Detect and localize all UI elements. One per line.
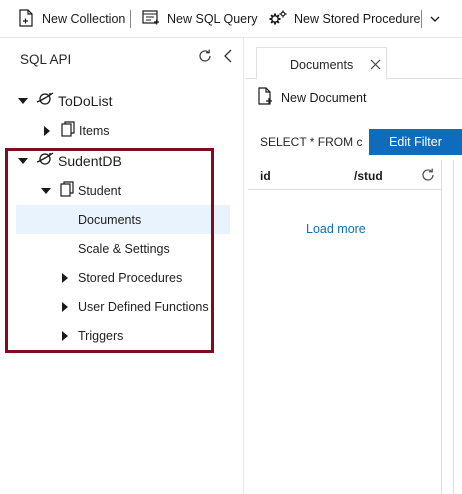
documents-command-bar: New Document [245,79,462,115]
new-stored-procedure-label: New Stored Procedure [294,12,421,26]
new-collection-label: New Collection [42,12,126,26]
grid-header: id /stud [248,160,442,190]
tree-item-label: Scale & Settings [78,241,170,256]
filter-bar: SELECT * FROM c Edit Filter [245,127,462,156]
new-document-icon [257,87,273,108]
expand-caret-icon[interactable] [18,157,28,164]
resource-tree-header: SQL API [0,38,244,82]
new-collection-icon [18,8,34,30]
refresh-icon[interactable] [197,48,213,64]
database-icon [36,151,54,170]
command-toolbar: New Collection New SQL Query New Stored … [0,0,462,38]
tree-database-label: ToDoList [58,92,113,109]
new-sql-query-label: New SQL Query [167,12,258,26]
tree-collection-label: Student [78,183,122,198]
tree-item-label: Documents [78,212,142,227]
expand-caret-icon[interactable] [62,301,68,312]
collection-icon [60,181,74,200]
load-more-link[interactable]: Load more [306,222,366,236]
expand-caret-icon[interactable] [62,330,68,341]
tree-database-sudentdb[interactable]: SudentDB [0,146,232,175]
pane-divider [453,160,454,494]
filter-query-text: SELECT * FROM c [260,135,363,149]
chevron-down-icon[interactable] [428,12,442,26]
new-stored-procedure-button[interactable]: New Stored Procedure [268,8,420,30]
column-header-id[interactable]: id [260,169,271,183]
database-icon [36,91,54,110]
column-header-partition-key[interactable]: /stud [354,169,383,183]
tab-documents[interactable]: Documents [256,47,387,80]
api-title: SQL API [20,52,72,67]
tree-item-scale-settings[interactable]: Scale & Settings [0,234,232,263]
expand-caret-icon[interactable] [62,272,68,283]
new-sql-query-button[interactable]: New SQL Query [142,8,258,30]
edit-filter-button[interactable]: Edit Filter [369,129,462,155]
expand-caret-icon[interactable] [18,97,28,104]
tree-item-label: Stored Procedures [78,270,183,285]
tree-item-label: User Defined Functions [78,299,209,314]
new-collection-button[interactable]: New Collection [18,8,125,30]
tree-item-documents[interactable]: Documents [16,205,230,234]
tree-item-label: Triggers [78,328,124,343]
tree-item-user-defined-functions[interactable]: User Defined Functions [0,292,232,321]
refresh-icon[interactable] [420,167,436,183]
expand-caret-icon[interactable] [41,187,51,194]
resource-tree-panel: SQL API ToDoList Items SudentDB Student … [0,38,244,494]
toolbar-divider [421,10,422,28]
new-document-label: New Document [281,90,367,105]
tree-item-stored-procedures[interactable]: Stored Procedures [0,263,232,292]
tab-bar: Documents [245,38,462,80]
tab-label: Documents [290,58,354,72]
tree-collection-label: Items [79,123,110,138]
expand-caret-icon[interactable] [44,125,50,136]
new-sql-query-icon [142,9,160,30]
close-icon[interactable] [370,59,381,70]
documents-grid: id /stud Load more [248,160,442,494]
tree-collection-items[interactable]: Items [0,116,232,145]
tree-collection-student[interactable]: Student [0,176,232,205]
tree-item-triggers[interactable]: Triggers [0,321,232,350]
new-document-button[interactable]: New Document [257,87,366,108]
collapse-panel-icon[interactable] [222,48,234,64]
new-stored-procedure-icon [268,9,288,30]
toolbar-divider [130,10,131,28]
tree-database-label: SudentDB [58,152,122,169]
documents-pane: Documents New Document SELECT * FROM c E… [245,38,462,494]
collection-icon [61,121,75,140]
tree-database-todolist[interactable]: ToDoList [0,86,232,115]
